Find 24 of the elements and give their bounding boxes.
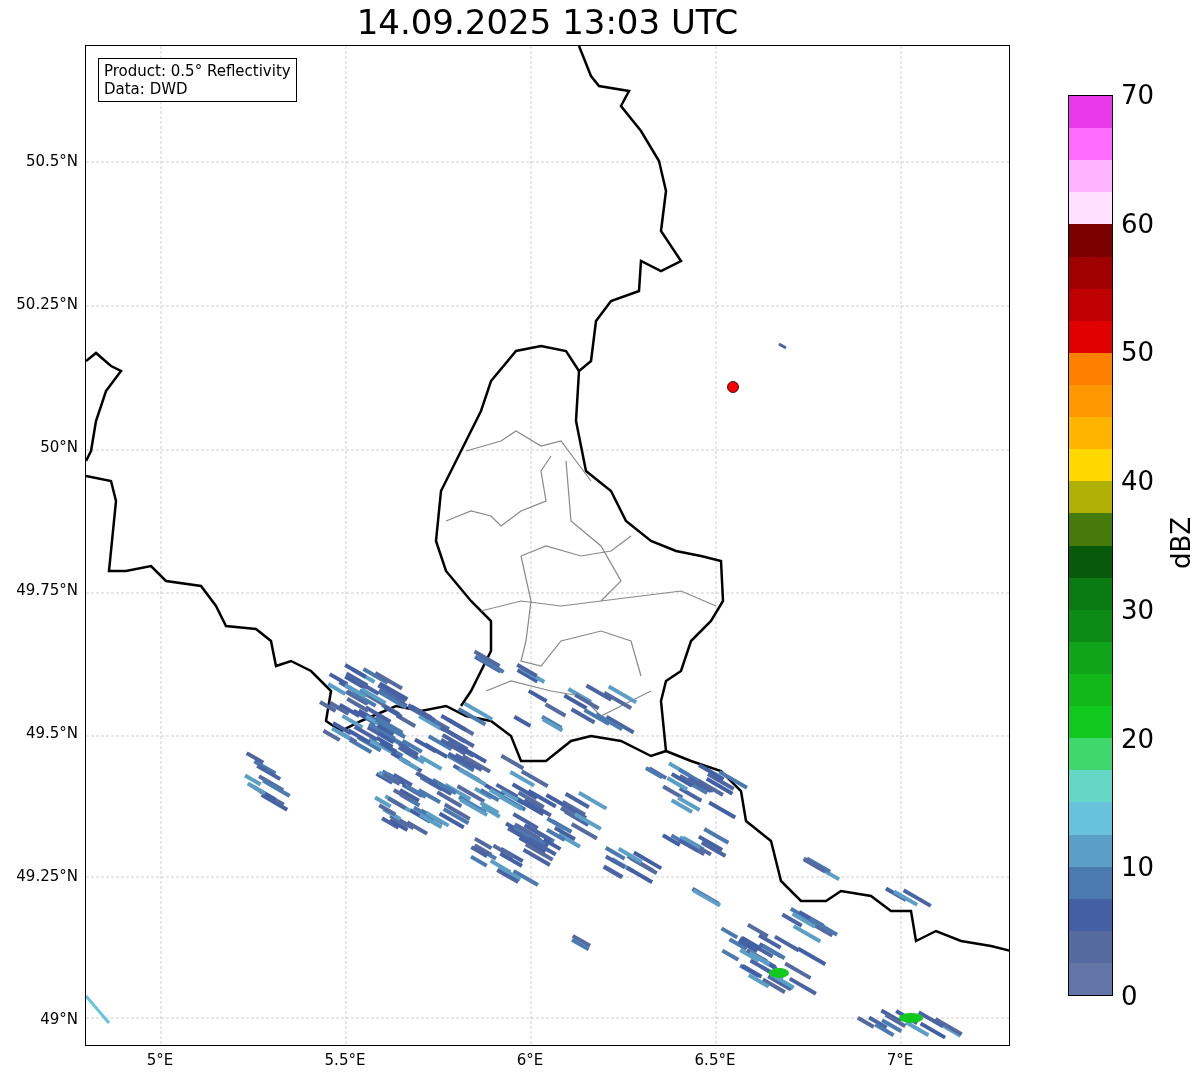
- latitude-label: 50.25°N: [16, 294, 78, 314]
- colorbar-tick-label: 20: [1121, 723, 1155, 754]
- longitude-label: 7°E: [885, 1050, 915, 1071]
- latitude-label: 50°N: [40, 437, 78, 457]
- latitude-label: 49.75°N: [16, 580, 78, 600]
- colorbar-tick-label: 0: [1121, 980, 1139, 1011]
- colorbar-tick-label: 60: [1121, 208, 1155, 239]
- info-text: Product: 0.5° Reflectivity: [104, 62, 291, 80]
- longitude-label: 5.5°E: [323, 1050, 367, 1071]
- latitude-label: 49°N: [40, 1009, 78, 1029]
- colorbar-tick-label: 10: [1121, 852, 1155, 883]
- longitude-label: 5°E: [145, 1050, 175, 1071]
- colorbar-label: dBZ: [1166, 516, 1197, 570]
- latitude-label: 49.25°N: [16, 866, 78, 886]
- colorbar-tick-label: 40: [1121, 466, 1155, 497]
- latitude-label: 49.5°N: [25, 723, 78, 743]
- info-text: Data: DWD: [104, 80, 189, 98]
- latitude-label: 50.5°N: [25, 151, 78, 171]
- colorbar-tick-label: 70: [1121, 80, 1155, 110]
- longitude-label: 6°E: [515, 1050, 545, 1071]
- chart-title: 14.09.2025 13:03 UTC: [356, 1, 739, 44]
- colorbar-tick-label: 30: [1121, 594, 1155, 625]
- longitude-label: 6.5°E: [693, 1050, 737, 1071]
- colorbar-tick-label: 50: [1121, 337, 1155, 368]
